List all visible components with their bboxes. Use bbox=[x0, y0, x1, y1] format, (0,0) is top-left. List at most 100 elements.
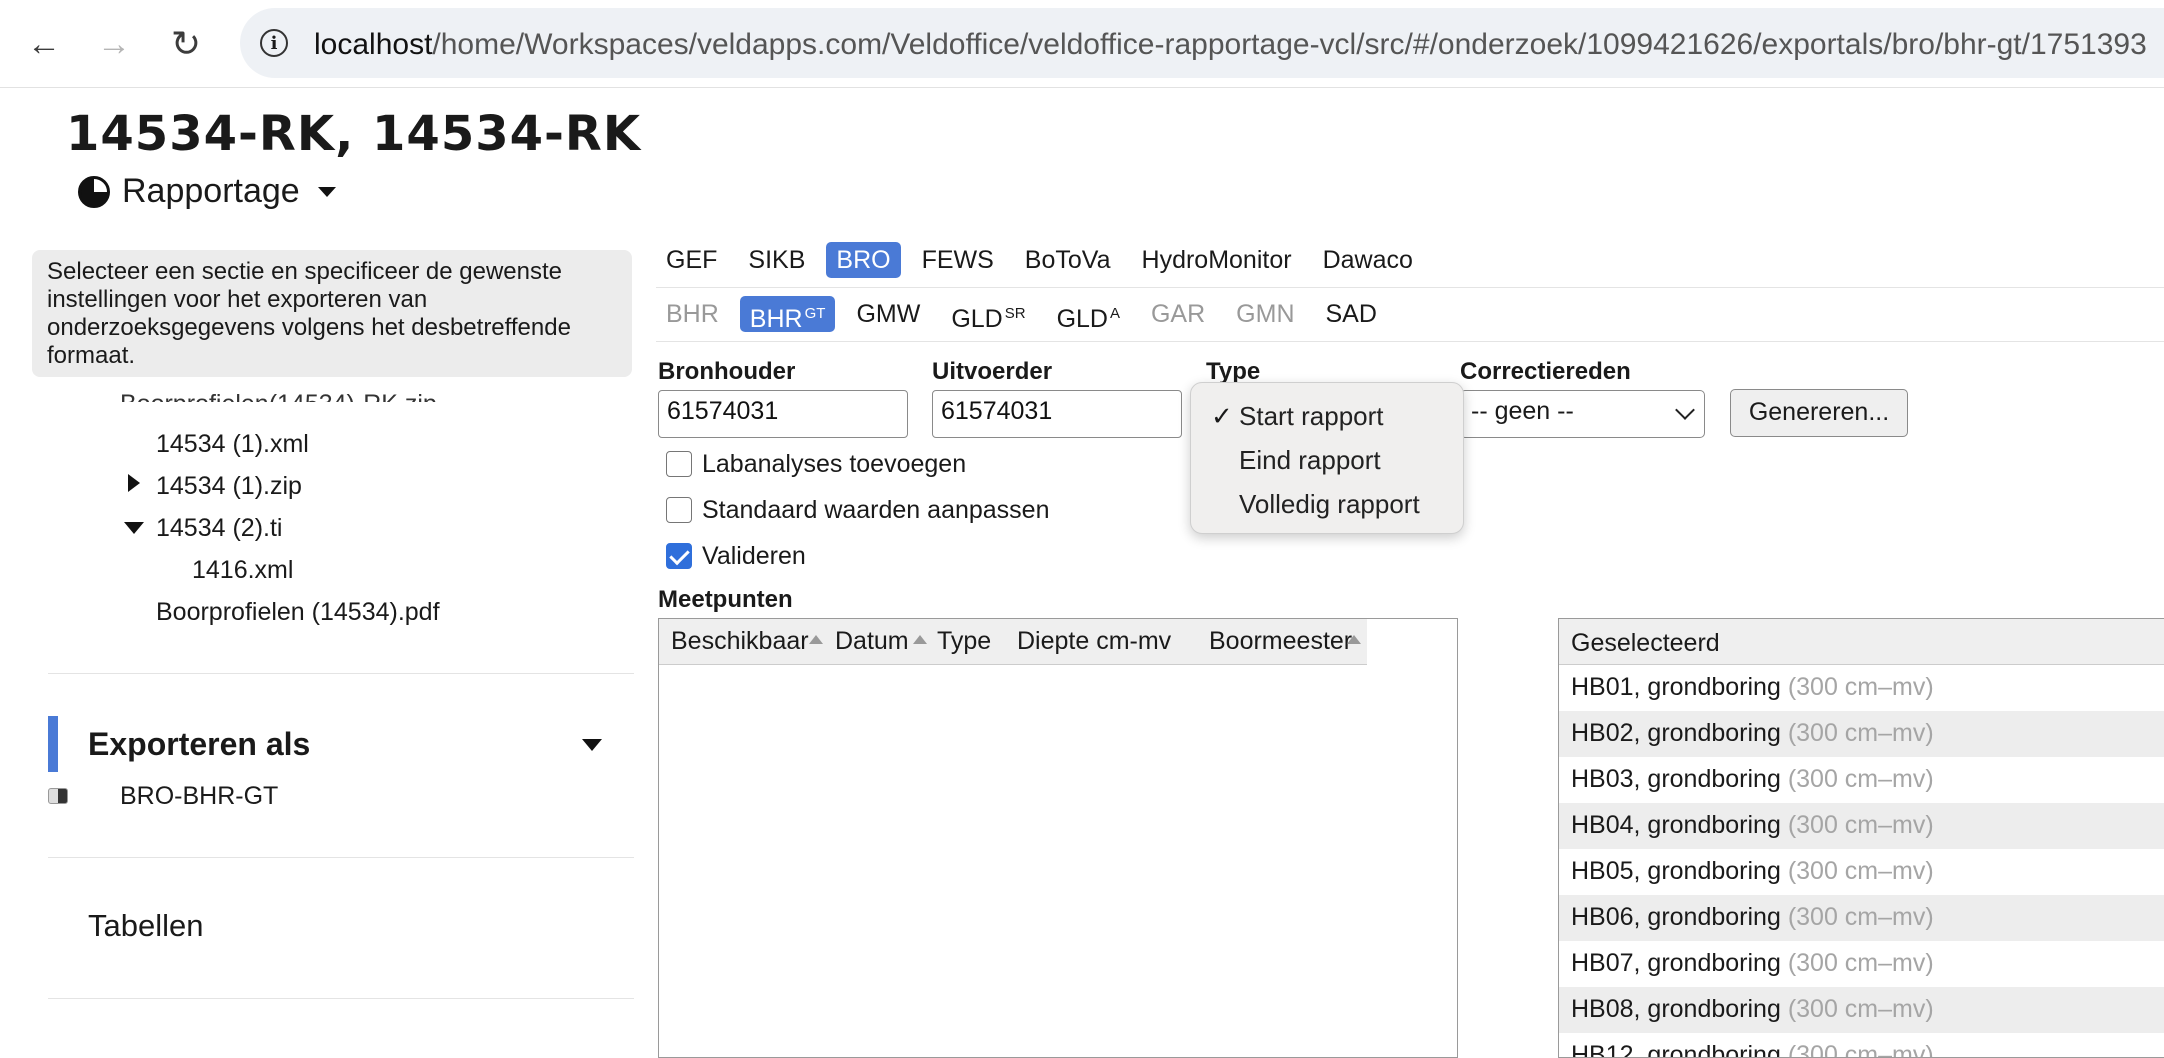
subtab-bhr-gt[interactable]: BHR GT bbox=[739, 296, 836, 333]
checkbox-label: Valideren bbox=[702, 541, 806, 570]
sort-icon[interactable] bbox=[1347, 635, 1361, 644]
selected-row-name: HB01, grondboring bbox=[1571, 673, 1781, 701]
site-info-icon[interactable]: i bbox=[260, 29, 288, 57]
subtab-label: GLD bbox=[1056, 305, 1108, 333]
selected-row-depth: (300 cm–mv) bbox=[1787, 903, 1934, 931]
sort-icon[interactable] bbox=[913, 635, 927, 644]
selected-row-name: HB08, grondboring bbox=[1571, 995, 1781, 1023]
column-header-type[interactable]: Type bbox=[937, 627, 991, 656]
selected-row-depth: (300 cm–mv) bbox=[1787, 719, 1934, 747]
checkbox[interactable] bbox=[666, 451, 692, 477]
tree-item[interactable]: 1416.xml bbox=[192, 556, 293, 585]
checkbox-labanalyses[interactable]: Labanalyses toevoegen bbox=[666, 449, 966, 479]
divider bbox=[48, 857, 634, 858]
caret-down-icon bbox=[317, 186, 336, 197]
tab-hydromonitor[interactable]: HydroMonitor bbox=[1132, 242, 1302, 278]
selected-header: Geselecteerd bbox=[1559, 619, 2164, 665]
correctiereden-select[interactable]: -- geen -- bbox=[1460, 390, 1705, 438]
selected-row-depth: (300 cm–mv) bbox=[1787, 765, 1934, 793]
tree-item-partial[interactable]: Boorprofielen(14534)-RK.zip bbox=[120, 390, 560, 402]
tab-botova[interactable]: BoToVa bbox=[1015, 242, 1121, 278]
subtab-gld-a[interactable]: GLD A bbox=[1047, 296, 1130, 333]
address-bar[interactable]: i localhost/home/Workspaces/veldapps.com… bbox=[240, 8, 2164, 78]
tab-sikb[interactable]: SIKB bbox=[738, 242, 815, 278]
page-title: 14534-RK, 14534-RK bbox=[66, 106, 642, 162]
generate-button[interactable]: Genereren... bbox=[1730, 389, 1908, 437]
expand-right-icon[interactable] bbox=[128, 474, 140, 492]
checkbox-standaard-waarden[interactable]: Standaard waarden aanpassen bbox=[666, 495, 1050, 525]
checkbox-label: Labanalyses toevoegen bbox=[702, 449, 967, 478]
type-dropdown-menu[interactable]: ✓ Start rapport Eind rapport Volledig ra… bbox=[1190, 382, 1464, 534]
selected-row[interactable]: HB03, grondboring (300 cm–mv) bbox=[1559, 757, 2164, 803]
subtab-gar[interactable]: GAR bbox=[1141, 296, 1215, 332]
selected-row[interactable]: HB07, grondboring (300 cm–mv) bbox=[1559, 941, 2164, 987]
subtab-label: GMN bbox=[1236, 300, 1295, 328]
toggle-icon[interactable] bbox=[48, 788, 68, 804]
checkbox[interactable] bbox=[666, 497, 692, 523]
divider bbox=[656, 341, 2164, 342]
selected-row[interactable]: HB12, grondboring (300 cm–mv) bbox=[1559, 1033, 2164, 1058]
checkmark-icon: ✓ bbox=[1211, 401, 1233, 431]
url-host: localhost bbox=[314, 28, 433, 61]
column-header-datum[interactable]: Datum bbox=[835, 627, 909, 656]
bronhouder-label: Bronhouder bbox=[658, 358, 796, 385]
subtab-label: BHR bbox=[666, 300, 719, 328]
meetpunten-label: Meetpunten bbox=[658, 586, 793, 613]
selected-row[interactable]: HB02, grondboring (300 cm–mv) bbox=[1559, 711, 2164, 757]
selected-row-name: HB05, grondboring bbox=[1571, 857, 1781, 885]
selected-row-name: HB06, grondboring bbox=[1571, 903, 1781, 931]
tab-dawaco[interactable]: Dawaco bbox=[1313, 242, 1423, 278]
selected-row-depth: (300 cm–mv) bbox=[1787, 1041, 1934, 1058]
subtab-superscript: A bbox=[1109, 305, 1120, 322]
reload-icon[interactable]: ↻ bbox=[164, 22, 208, 66]
selected-row[interactable]: HB05, grondboring (300 cm–mv) bbox=[1559, 849, 2164, 895]
selected-table[interactable]: Geselecteerd HB01, grondboring (300 cm–m… bbox=[1558, 618, 2164, 1058]
tree-item[interactable]: Boorprofielen (14534).pdf bbox=[156, 598, 440, 627]
help-tooltip: Selecteer een sectie en specificeer de g… bbox=[32, 250, 632, 377]
tables-section[interactable]: Tabellen bbox=[88, 908, 203, 944]
checkbox-checked[interactable] bbox=[666, 543, 692, 569]
bronhouder-input[interactable]: 61574031 bbox=[658, 390, 908, 438]
export-item-bro-bhr-gt[interactable]: BRO-BHR-GT bbox=[120, 782, 278, 811]
subtab-gmw[interactable]: GMW bbox=[846, 296, 930, 332]
forward-arrow-icon[interactable]: → bbox=[92, 22, 136, 66]
subtab-label: BHR bbox=[749, 305, 803, 333]
subtab-gmn[interactable]: GMN bbox=[1226, 296, 1304, 332]
rapportage-menu[interactable]: Rapportage bbox=[78, 172, 336, 211]
sort-icon[interactable] bbox=[809, 635, 823, 644]
subtab-gld-sr[interactable]: GLD SR bbox=[941, 296, 1035, 333]
selected-row[interactable]: HB04, grondboring (300 cm–mv) bbox=[1559, 803, 2164, 849]
tree-item[interactable]: 14534 (1).xml bbox=[156, 430, 309, 459]
column-header-diepte[interactable]: Diepte cm-mv bbox=[1017, 627, 1171, 656]
selected-row[interactable]: HB08, grondboring (300 cm–mv) bbox=[1559, 987, 2164, 1033]
subtab-superscript: SR bbox=[1004, 305, 1026, 322]
selected-row-depth: (300 cm–mv) bbox=[1787, 857, 1934, 885]
checkbox-valideren[interactable]: Valideren bbox=[666, 541, 806, 571]
dropdown-option-volledig[interactable]: Volledig rapport bbox=[1239, 489, 1420, 520]
export-as-section[interactable]: Exporteren als bbox=[48, 716, 634, 772]
tab-gef[interactable]: GEF bbox=[656, 242, 727, 278]
column-header-boormeester[interactable]: Boormeester bbox=[1209, 627, 1352, 656]
collapse-down-icon[interactable] bbox=[124, 522, 144, 534]
tab-bro[interactable]: BRO bbox=[826, 242, 901, 278]
selected-row-name: HB07, grondboring bbox=[1571, 949, 1781, 977]
tree-item[interactable]: 14534 (1).zip bbox=[156, 472, 302, 501]
selected-row[interactable]: HB01, grondboring (300 cm–mv) bbox=[1559, 665, 2164, 711]
chevron-down-icon bbox=[1675, 400, 1695, 420]
selected-row[interactable]: HB06, grondboring (300 cm–mv) bbox=[1559, 895, 2164, 941]
url-text[interactable]: localhost/home/Workspaces/veldapps.com/V… bbox=[314, 28, 2147, 62]
tab-fews[interactable]: FEWS bbox=[912, 242, 1004, 278]
column-header-beschikbaar[interactable]: Beschikbaar bbox=[671, 627, 809, 656]
dropdown-option-eind[interactable]: Eind rapport bbox=[1239, 445, 1381, 476]
correctiereden-value: -- geen -- bbox=[1471, 397, 1574, 425]
back-arrow-icon[interactable]: ← bbox=[22, 22, 66, 66]
uitvoerder-input[interactable]: 61574031 bbox=[932, 390, 1182, 438]
caret-down-icon[interactable] bbox=[582, 739, 602, 751]
tree-item[interactable]: 14534 (2).ti bbox=[156, 514, 282, 543]
subtab-bhr[interactable]: BHR bbox=[656, 296, 729, 332]
subtab-sad[interactable]: SAD bbox=[1316, 296, 1387, 332]
subtab-superscript: GT bbox=[804, 305, 826, 322]
divider bbox=[48, 673, 634, 674]
meetpunten-table[interactable]: Beschikbaar Datum Type Diepte cm-mv Boor… bbox=[658, 618, 1458, 1058]
dropdown-option-start[interactable]: Start rapport bbox=[1239, 401, 1384, 432]
